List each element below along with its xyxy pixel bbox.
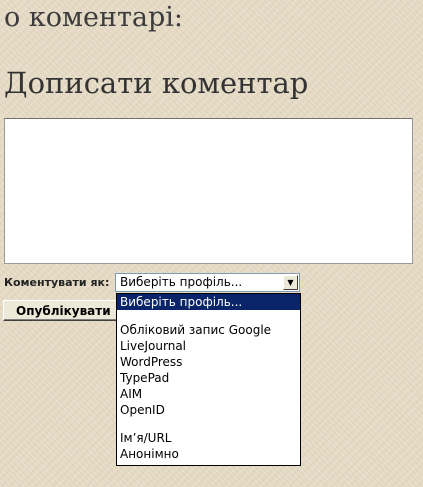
option-separator	[117, 310, 300, 322]
comments-heading: о коментарі:	[4, 2, 183, 33]
option-livejournal[interactable]: LiveJournal	[117, 338, 300, 354]
publish-button[interactable]: Опублікувати	[3, 300, 121, 321]
chevron-down-icon[interactable]: ▼	[283, 275, 298, 290]
option-aim[interactable]: AIM	[117, 386, 300, 402]
profile-select-value: Виберіть профіль...	[120, 275, 243, 289]
option-name-url[interactable]: Ім’я/URL	[117, 430, 300, 446]
option-typepad[interactable]: TypePad	[117, 370, 300, 386]
option-openid[interactable]: OpenID	[117, 402, 300, 418]
profile-dropdown-list: Виберіть профіль... Обліковий запис Goog…	[116, 293, 301, 466]
comment-textarea[interactable]	[4, 118, 413, 264]
comment-as-label: Коментувати як:	[4, 276, 110, 289]
option-separator	[117, 418, 300, 430]
option-anonymous[interactable]: Анонімно	[117, 446, 300, 462]
option-choose-profile[interactable]: Виберіть профіль...	[117, 294, 300, 310]
option-google-account[interactable]: Обліковий запис Google	[117, 322, 300, 338]
profile-select[interactable]: Виберіть профіль... ▼	[115, 273, 300, 292]
option-wordpress[interactable]: WordPress	[117, 354, 300, 370]
post-comment-heading: Дописати коментар	[4, 66, 309, 100]
